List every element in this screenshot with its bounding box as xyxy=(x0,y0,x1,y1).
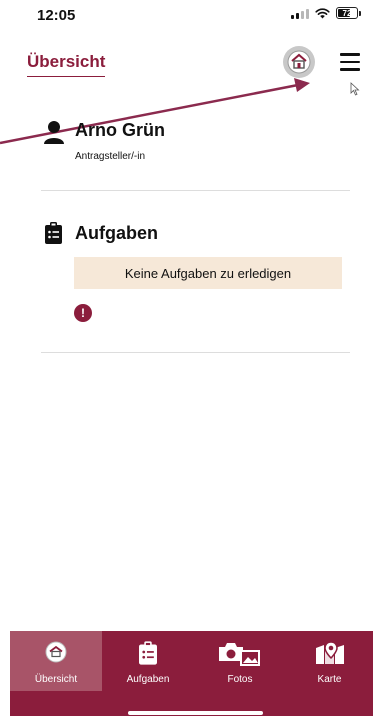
person-icon xyxy=(44,121,64,144)
nav-item-fotos[interactable]: Fotos xyxy=(194,631,286,691)
divider xyxy=(41,352,350,353)
map-pin-icon xyxy=(315,641,344,664)
app-logo-icon xyxy=(45,641,67,663)
no-tasks-notice: Keine Aufgaben zu erledigen xyxy=(74,257,342,289)
exclamation-circle-icon[interactable]: ! xyxy=(74,304,92,322)
camera-gallery-icon xyxy=(219,643,260,666)
wifi-icon xyxy=(315,7,330,18)
battery-cap xyxy=(359,10,361,16)
clipboard-list-icon xyxy=(45,222,62,244)
signal-icon xyxy=(291,8,309,19)
page-title: Übersicht xyxy=(27,52,106,77)
menu-line xyxy=(340,68,360,71)
nav-label: Übersicht xyxy=(34,674,78,685)
tasks-heading: Aufgaben xyxy=(75,223,158,243)
applicant-role: Antragsteller/-in xyxy=(75,151,146,162)
home-indicator xyxy=(128,711,263,715)
annotation-arrow xyxy=(0,78,310,145)
applicant-name: Arno Grün xyxy=(75,120,165,140)
status-bar: 12:05 72 xyxy=(0,0,373,34)
nav-item-uebersicht[interactable]: Übersicht xyxy=(10,631,102,691)
battery-icon: 72 xyxy=(336,7,358,19)
hamburger-menu-button[interactable] xyxy=(340,53,360,71)
menu-line xyxy=(340,53,360,56)
bottom-nav: Übersicht Aufgaben Fotos Karte xyxy=(10,631,373,716)
mouse-cursor-icon xyxy=(350,82,360,96)
clipboard-list-icon xyxy=(139,641,157,665)
nav-item-karte[interactable]: Karte xyxy=(286,631,373,691)
battery-level: 72 xyxy=(342,8,352,18)
divider xyxy=(41,190,350,191)
status-time: 12:05 xyxy=(37,7,76,24)
menu-line xyxy=(340,60,360,63)
status-icons: 72 xyxy=(291,7,361,19)
nav-label: Karte xyxy=(317,674,342,685)
app-logo-icon[interactable] xyxy=(283,46,315,78)
nav-label: Fotos xyxy=(227,674,253,685)
nav-label: Aufgaben xyxy=(126,674,170,685)
nav-item-aufgaben[interactable]: Aufgaben xyxy=(102,631,194,691)
